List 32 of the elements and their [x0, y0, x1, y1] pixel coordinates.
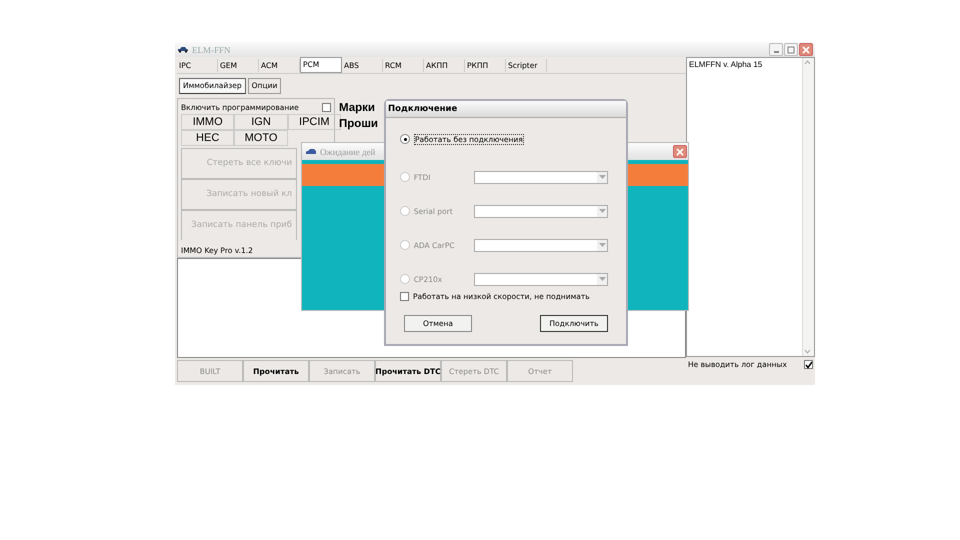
module-tab[interactable]: IMMO [181, 114, 234, 130]
checkbox[interactable] [322, 102, 331, 112]
car-icon [305, 148, 317, 156]
checkbox[interactable] [804, 360, 813, 369]
module-tab[interactable]: IGN [234, 114, 288, 130]
window-title: ELM-FFN [192, 44, 231, 54]
checkbox[interactable] [400, 292, 409, 301]
module-tab[interactable]: MOTO [234, 130, 288, 146]
window-title: Ожидание дей [320, 146, 376, 156]
dropdown[interactable] [474, 272, 608, 286]
dropdown[interactable] [474, 204, 608, 218]
maximize-button[interactable] [784, 43, 798, 56]
maximize-icon [787, 46, 795, 54]
car-icon [177, 46, 189, 53]
close-button[interactable] [799, 43, 813, 56]
close-button[interactable] [673, 145, 687, 158]
info-label: Проши [339, 118, 379, 130]
minimize-button[interactable] [769, 43, 783, 56]
log-line: ELMFFN v. Alpha 15 [688, 59, 764, 71]
module-tab[interactable]: IPCIM [288, 114, 341, 130]
module-tab[interactable]: HEC [181, 130, 234, 146]
info-label: Марки [339, 102, 376, 114]
scroll-down-icon[interactable] [803, 347, 812, 356]
close-icon [676, 148, 684, 156]
close-icon [802, 46, 810, 54]
scrollbar[interactable] [802, 58, 814, 356]
minimize-icon [774, 51, 778, 53]
dropdown[interactable] [474, 170, 608, 184]
radio-button[interactable] [400, 134, 410, 144]
scroll-up-icon[interactable] [803, 58, 812, 67]
dialog-title: Подключение [388, 104, 458, 114]
dropdown[interactable] [474, 238, 608, 252]
